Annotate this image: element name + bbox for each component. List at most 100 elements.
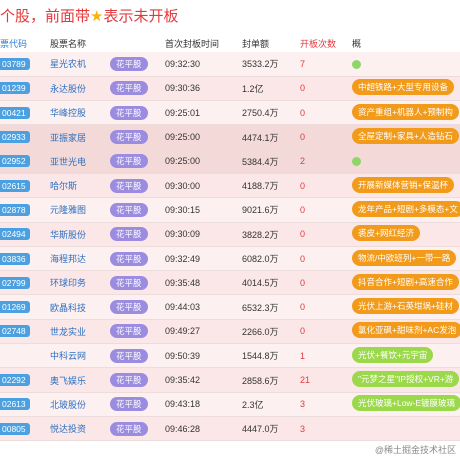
stock-tag-badge: 花平股 xyxy=(110,56,148,71)
stock-tag-badge: 花平股 xyxy=(110,324,148,339)
stock-name[interactable]: 亚振家居 xyxy=(50,125,110,149)
open-count: 2 xyxy=(300,156,306,167)
tag-cell: 花平股 xyxy=(110,149,165,173)
header-time[interactable]: 首次封板时间 xyxy=(165,34,242,52)
concept-tag[interactable]: 开展新媒体营销+保温杯 xyxy=(352,176,454,193)
concept-cell: 光伏上游+石英坩埚+硅材 xyxy=(352,295,460,319)
first-limit-time: 09:50:39 xyxy=(165,350,201,361)
table-row[interactable]: 02748 世龙实业 花平股 09:49:27 2266.0万 0 氯化亚砜+甜味剂+AC发… xyxy=(0,319,460,344)
stock-tag-badge: 花平股 xyxy=(110,251,148,266)
stock-code: 00421 xyxy=(0,106,30,119)
stock-tag-badge: 花平股 xyxy=(110,105,148,120)
header-count[interactable]: 开板次数 xyxy=(300,34,352,52)
stock-code-cell: 02878 xyxy=(0,198,50,222)
table-row[interactable]: 01239 永达股份 花平股 09:30:36 1.2亿 0 中超铁路+大型专用设备 xyxy=(0,76,460,101)
stock-tag-badge: 花平股 xyxy=(110,397,148,412)
first-limit-time: 09:49:27 xyxy=(165,326,201,337)
watermark: @稀土掘金技术社区 xyxy=(374,445,456,455)
stock-name[interactable]: 奥飞娱乐 xyxy=(50,368,110,392)
concept-tag[interactable]: 裘皮+网红经济 xyxy=(352,225,420,242)
tag-cell: 花平股 xyxy=(110,173,165,197)
table-row[interactable]: 02799 环球印务 花平股 09:35:48 4014.5万 0 抖音合作+短剧+高速合作 xyxy=(0,270,460,295)
tag-cell: 花平股 xyxy=(110,368,165,392)
concept-tag[interactable]: 中超铁路+大型专用设备 xyxy=(352,79,454,96)
table-row[interactable]: 中科云网 花平股 09:50:39 1544.8万 1 光伏+餐饮+元宇宙 xyxy=(0,343,460,368)
stock-name[interactable]: 华峰控股 xyxy=(50,101,110,125)
tag-cell: 花平股 xyxy=(110,52,165,76)
stock-code: 02933 xyxy=(0,131,30,144)
concept-tag[interactable]: 光伏+餐饮+元宇宙 xyxy=(352,346,434,363)
concept-tag[interactable]: 光伏玻璃+Low-E镀膜玻璃 xyxy=(352,395,460,412)
stock-name[interactable]: 星光农机 xyxy=(50,52,110,76)
header-name[interactable]: 股票名称 xyxy=(50,34,110,52)
stock-code-cell: 03836 xyxy=(0,246,50,270)
concept-cell: 光伏玻璃+Low-E镀膜玻璃 xyxy=(352,392,460,416)
tag-cell: 花平股 xyxy=(110,392,165,416)
stock-tag-badge: 花平股 xyxy=(110,373,148,387)
stock-name[interactable]: 世龙实业 xyxy=(50,319,110,343)
table-row[interactable]: 02933 亚振家居 花平股 09:25:00 4474.1万 0 全屋定制+家具+人造钻石 xyxy=(0,124,460,150)
concept-tag[interactable]: 资产重组+机器人+预制构 xyxy=(352,103,459,120)
table-row[interactable]: 02952 亚世光电 花平股 09:25:00 5384.4万 2 xyxy=(0,149,460,174)
stock-name[interactable]: 北玻股份 xyxy=(50,392,110,416)
concept-tag[interactable]: 物流/中欧班列+一带一路 xyxy=(352,249,457,266)
table-row[interactable]: 02613 北玻股份 花平股 09:43:18 2.3亿 3 光伏玻璃+Low-E镀膜玻璃 xyxy=(0,392,460,417)
seal-amount: 4447.0万 xyxy=(242,424,279,435)
stock-code-cell: 02952 xyxy=(0,149,50,173)
stock-code-cell xyxy=(0,344,50,368)
open-count: 1 xyxy=(300,350,306,361)
stock-name[interactable]: 中科云网 xyxy=(50,344,110,368)
first-limit-time: 09:46:28 xyxy=(165,423,201,434)
open-count: 0 xyxy=(300,204,306,215)
seal-amount: 4474.1万 xyxy=(242,132,279,143)
stock-name[interactable]: 环球印务 xyxy=(50,271,110,295)
stock-code: 02494 xyxy=(0,228,30,241)
header-code[interactable]: 票代码 xyxy=(0,34,50,52)
concept-tag[interactable]: 全屋定制+家具+人造钻石 xyxy=(352,128,459,145)
table-row[interactable]: 03836 海程邦达 花平股 09:32:49 6082.0万 0 物流/中欧班列+一带一路 xyxy=(0,246,460,271)
table-row[interactable]: 02878 元隆雅图 花平股 09:30:15 9021.6万 0 龙年产品+短剧+多模态+… xyxy=(0,197,460,223)
concept-tag[interactable]: 光伏上游+石英坩埚+硅材 xyxy=(352,298,459,315)
concept-cell xyxy=(352,52,460,76)
stock-code: 02613 xyxy=(0,398,30,411)
tag-cell: 花平股 xyxy=(110,76,165,100)
table-row[interactable]: 02292 奥飞娱乐 花平股 09:35:42 2858.6万 21 "元梦之星"IP授权+… xyxy=(0,367,460,393)
first-limit-time: 09:32:30 xyxy=(165,58,201,69)
table-row[interactable]: 03789 星光农机 花平股 09:32:30 3533.2万 7 xyxy=(0,52,460,77)
stock-name[interactable]: 元隆雅图 xyxy=(50,198,110,222)
stock-tag-badge: 花平股 xyxy=(110,275,148,290)
concept-tag[interactable]: 抖音合作+短剧+高速合作 xyxy=(352,273,459,290)
table-row[interactable]: 01269 欧晶科技 花平股 09:44:03 6532.3万 0 光伏上游+石英坩埚+硅材 xyxy=(0,294,460,320)
header-amount[interactable]: 封单额 xyxy=(242,34,300,52)
table-row[interactable]: 02494 华斯股份 花平股 09:30:09 3828.2万 0 裘皮+网红经济 xyxy=(0,222,460,247)
stock-name[interactable]: 哈尔斯 xyxy=(50,173,110,197)
stock-name[interactable]: 亚世光电 xyxy=(50,149,110,173)
concept-tag[interactable]: 氯化亚砜+甜味剂+AC发泡 xyxy=(352,322,460,339)
table-row[interactable]: 00421 华峰控股 花平股 09:25:01 2750.4万 0 资产重组+机器人+预制构 xyxy=(0,100,460,125)
header-tag xyxy=(110,34,165,52)
concept-cell xyxy=(352,416,460,440)
table-row[interactable]: 02615 哈尔斯 花平股 09:30:00 4188.7万 0 开展新媒体营销+保温杯 xyxy=(0,173,460,198)
stock-name[interactable]: 永达股份 xyxy=(50,76,110,100)
stock-code: 00805 xyxy=(0,422,30,435)
title-prefix: 个股，前面带 xyxy=(0,8,91,25)
stock-name[interactable]: 悦达投资 xyxy=(50,416,110,440)
seal-amount: 3533.2万 xyxy=(242,59,279,70)
open-count: 21 xyxy=(300,375,311,385)
stock-code-cell: 02292 xyxy=(0,368,50,392)
stock-name[interactable]: 华斯股份 xyxy=(50,222,110,246)
first-limit-time: 09:30:09 xyxy=(165,229,201,240)
stock-code: 03789 xyxy=(0,57,30,70)
concept-cell: 开展新媒体营销+保温杯 xyxy=(352,173,460,197)
table-row[interactable]: 00805 悦达投资 花平股 09:46:28 4447.0万 3 xyxy=(0,416,460,441)
stock-code-cell: 02933 xyxy=(0,125,50,149)
stock-tag-badge: 花平股 xyxy=(110,348,148,363)
stock-name[interactable]: 欧晶科技 xyxy=(50,295,110,319)
concept-tag[interactable]: 龙年产品+短剧+多模态+文 xyxy=(352,200,460,217)
stock-name[interactable]: 海程邦达 xyxy=(50,246,110,270)
seal-amount: 2750.4万 xyxy=(242,108,279,119)
tag-cell: 花平股 xyxy=(110,271,165,295)
concept-tag[interactable]: "元梦之星"IP授权+VR+游 xyxy=(352,371,460,387)
tag-cell: 花平股 xyxy=(110,222,165,246)
stock-tag-badge: 花平股 xyxy=(110,130,148,145)
